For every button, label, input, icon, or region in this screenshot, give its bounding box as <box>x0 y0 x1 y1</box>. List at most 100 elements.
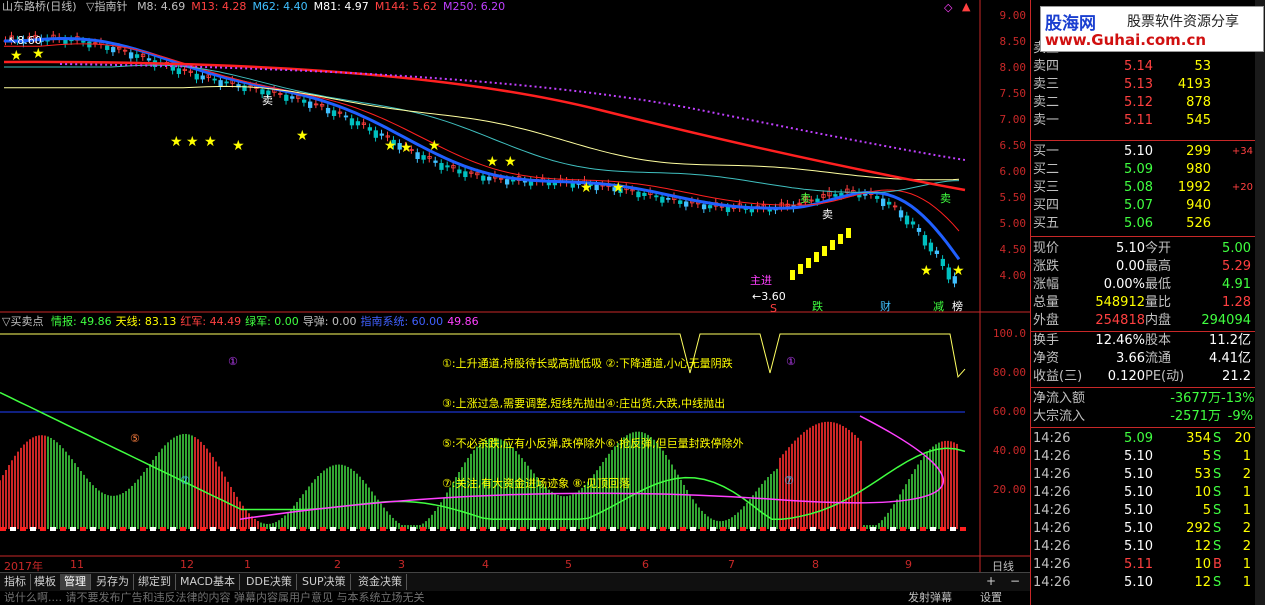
tick-time: 14:26 <box>1033 575 1071 590</box>
plus-icon[interactable]: + <box>986 574 996 588</box>
price-tick: 8.50 <box>999 35 1027 48</box>
baseline-segment <box>450 527 456 531</box>
baseline-segment <box>460 527 466 531</box>
candle-body <box>439 163 444 170</box>
baseline-segment <box>180 527 186 531</box>
tick-price: 5.10 <box>1124 575 1153 590</box>
baseline-segment <box>130 527 136 531</box>
tick-time: 14:26 <box>1033 449 1071 464</box>
tab-2[interactable]: 管理 <box>60 574 91 590</box>
time-tick: 4 <box>482 558 489 571</box>
baseline-segment <box>730 527 736 531</box>
tick-row: 14:26 5.10 5 S 1 <box>1033 448 1255 466</box>
candle-body <box>487 176 492 181</box>
tick-time: 14:26 <box>1033 467 1071 482</box>
level-name: 买三 <box>1033 180 1060 195</box>
tab-8[interactable]: 资金决策 <box>354 574 407 590</box>
level-volume: 1992 <box>1177 180 1211 195</box>
signal-bar <box>814 252 819 262</box>
tick-volume: 10 <box>1194 557 1211 572</box>
baseline-segment <box>590 527 596 531</box>
stat-label: 净资 <box>1033 351 1060 366</box>
send-danmaku-button[interactable]: 发射弹幕 <box>908 591 952 605</box>
settings-button[interactable]: 设置 <box>980 591 1002 605</box>
candle-body <box>642 192 647 196</box>
time-tick: 12 <box>180 558 194 571</box>
time-tick: 9 <box>905 558 912 571</box>
baseline-segment <box>220 527 226 531</box>
candle-body <box>463 171 468 178</box>
baseline-segment <box>750 527 756 531</box>
chart-area[interactable]: ★ ★ ★ ★ ★ ★ ★ ★ ★ ★ ★ ★ ★ ★ ★ ★ 山东路桥(日线) ▽指南针 M8: 4.69 M… <box>0 0 1030 573</box>
baseline-segment <box>780 527 786 531</box>
time-tick: 7 <box>728 558 735 571</box>
watermark-url: www.Guhai.com.cn <box>1045 31 1207 49</box>
tick-row: 14:26 5.10 12 S 2 <box>1033 538 1255 556</box>
tick-count: 20 <box>1234 431 1251 446</box>
baseline-segment <box>740 527 746 531</box>
baseline-segment <box>330 527 336 531</box>
up-arrow-icon[interactable]: ▲ <box>962 0 970 13</box>
baseline-segment <box>860 527 866 531</box>
stat-value: 4.91 <box>1222 277 1251 292</box>
candle-body <box>325 107 331 114</box>
candle-body <box>910 221 916 225</box>
buy-row: 买三 5.08 1992 +20 <box>1033 179 1255 197</box>
stat-value: 548912 <box>1095 295 1145 310</box>
indicator-title[interactable]: ▽指南针 <box>86 0 127 13</box>
legend-line: ①:上升通道,持股待长或高抛低吸 ②:下降通道,小心无量阴跌 <box>442 357 733 370</box>
tick-side: S <box>1213 467 1222 482</box>
divider <box>1031 387 1256 388</box>
ma144-line <box>3 60 966 192</box>
sell-row: 卖一 5.11 545 <box>1033 112 1255 130</box>
tab-1[interactable]: 模板 <box>30 574 61 590</box>
signal-mark: 财 <box>880 300 891 313</box>
tick-price: 5.09 <box>1124 431 1153 446</box>
star-marker: ★ <box>428 138 441 154</box>
tab-5[interactable]: MACD基本 <box>176 574 240 590</box>
baseline-segment <box>50 527 56 531</box>
signal-mark: 卖 <box>940 192 951 205</box>
ma-label: M250: 6.20 <box>443 0 506 13</box>
candle-body <box>934 250 940 255</box>
baseline-segment <box>230 527 236 531</box>
minus-icon[interactable]: − <box>1010 574 1020 588</box>
low-price-label: ←3.60 <box>752 290 786 303</box>
tab-4[interactable]: 绑定到 <box>134 574 176 590</box>
baseline-segment <box>570 527 576 531</box>
ma-labels: M8: 4.69 M13: 4.28 M62: 4.40 M81: 4.97 M144:… <box>137 0 511 13</box>
stat-row: 总量 548912 量比 1.28 <box>1033 294 1255 312</box>
tab-0[interactable]: 指标 <box>0 574 31 590</box>
candle-body <box>308 101 313 108</box>
baseline-segment <box>620 527 626 531</box>
baseline-segment <box>200 527 206 531</box>
baseline-segment <box>110 527 116 531</box>
baseline-segment <box>800 527 806 531</box>
price-tick: 7.50 <box>999 87 1027 100</box>
baseline-segment <box>580 527 586 531</box>
stat-label: 股本 <box>1145 333 1172 348</box>
right-scrollbar[interactable] <box>1255 0 1265 605</box>
indicator-name[interactable]: ▽买卖点 <box>2 315 43 328</box>
stat-label: 收益(三) <box>1033 369 1083 384</box>
candle-body <box>218 80 223 87</box>
baseline-segment <box>540 527 546 531</box>
danmaku-input[interactable]: 说什么啊.... 请不要发布广告和违反法律的内容 弹幕内容属用户意见 与本系统立… <box>4 591 424 605</box>
tab-3[interactable]: 另存为 <box>92 574 134 590</box>
baseline-segment <box>500 527 506 531</box>
flow-value: -2571万 <box>1170 409 1221 424</box>
baseline-segment <box>60 527 66 531</box>
price-tick: 4.00 <box>999 269 1027 282</box>
watermark-slogan: 股票软件资源分享 <box>1127 14 1239 30</box>
star-marker: ★ <box>384 138 397 154</box>
time-tick: 2 <box>334 558 341 571</box>
tick-side: B <box>1213 557 1222 572</box>
tick-volume: 10 <box>1194 485 1211 500</box>
baseline-segment <box>420 527 426 531</box>
tab-7[interactable]: SUP决策 <box>298 574 351 590</box>
baseline-segment <box>150 527 156 531</box>
star-marker: ★ <box>486 154 499 170</box>
tab-6[interactable]: DDE决策 <box>242 574 297 590</box>
diamond-icon[interactable]: ◇ <box>944 1 952 14</box>
baseline-segment <box>290 527 296 531</box>
